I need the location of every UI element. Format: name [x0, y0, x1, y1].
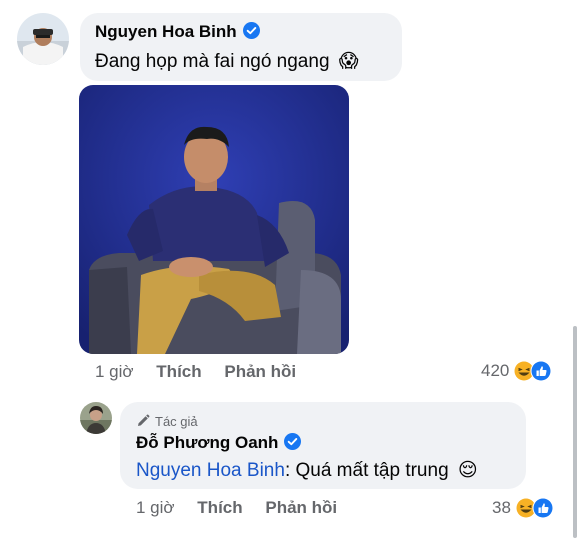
reply-reply-button[interactable]: Phản hồi	[265, 498, 337, 517]
reply-text-row: Nguyen Hoa Binh: Quá mất tập trung 😌	[136, 459, 478, 482]
reply-text: : Quá mất tập trung	[284, 460, 449, 481]
shocked-face-emoji: 😱	[338, 51, 359, 72]
like-reaction-icon	[530, 360, 552, 382]
comment-text-row: Đang họp mà fai ngó ngang 😱	[95, 50, 359, 73]
reply-author-name[interactable]: Đỗ Phương Oanh	[136, 433, 278, 452]
reply-timestamp[interactable]: 1 giờ	[136, 498, 175, 517]
pen-icon	[136, 414, 150, 428]
reply-like-button[interactable]: Thích	[197, 498, 242, 517]
relieved-face-emoji: 😌	[457, 460, 478, 481]
reply-mention-link[interactable]: Nguyen Hoa Binh	[136, 460, 285, 481]
like-reaction-icon	[532, 497, 554, 519]
avatar-nguyen-hoa-binh[interactable]	[17, 13, 69, 65]
verified-badge-icon	[284, 433, 302, 455]
comment-author-name[interactable]: Nguyen Hoa Binh	[95, 22, 237, 41]
scrollbar-thumb[interactable]	[573, 326, 577, 538]
comment-reply-button[interactable]: Phản hồi	[224, 362, 296, 381]
comment-author-row: Nguyen Hoa Binh	[95, 22, 260, 44]
reply-author-row: Đỗ Phương Oanh	[136, 433, 302, 455]
comment-photo[interactable]	[79, 85, 349, 354]
comment-reactions[interactable]: 420	[481, 358, 552, 384]
comment-reaction-count: 420	[481, 361, 510, 380]
comment-meta-row: 1 giờ Thích Phản hồi	[95, 362, 296, 382]
author-badge: Tác giả	[136, 413, 198, 429]
comment-timestamp[interactable]: 1 giờ	[95, 362, 134, 381]
reply-meta-row: 1 giờ Thích Phản hồi	[136, 498, 337, 518]
reply-reaction-count: 38	[492, 498, 511, 517]
avatar-do-phuong-oanh[interactable]	[80, 402, 112, 434]
author-badge-label: Tác giả	[155, 413, 198, 429]
comment-text: Đang họp mà fai ngó ngang	[95, 51, 330, 72]
comment-like-button[interactable]: Thích	[156, 362, 201, 381]
verified-badge-icon	[242, 22, 260, 44]
reply-reactions[interactable]: 38	[492, 495, 554, 521]
